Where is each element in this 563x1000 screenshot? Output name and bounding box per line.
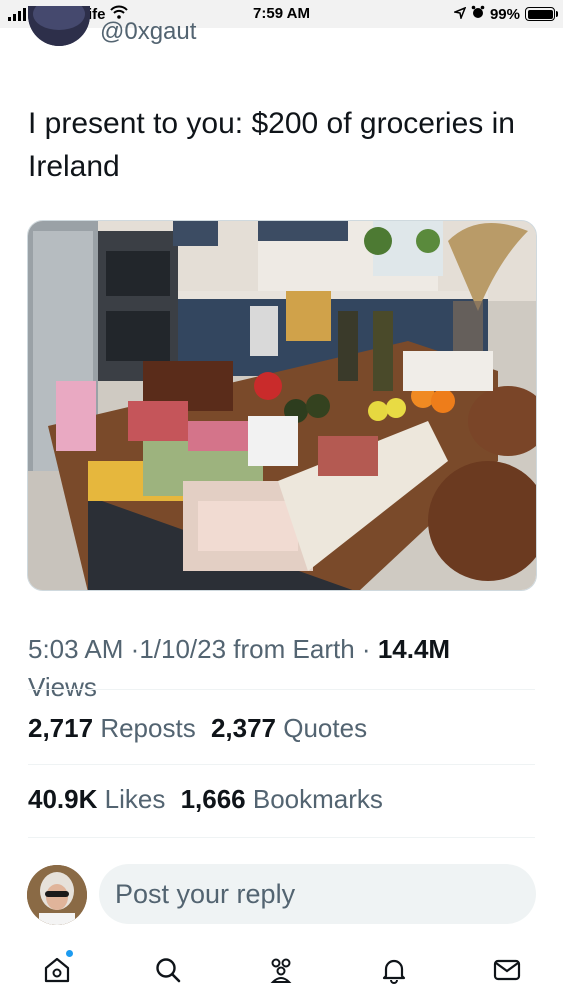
quotes-count: 2,377: [210, 713, 277, 743]
likes-label: Likes: [104, 784, 166, 814]
bookmarks-label: Bookmarks: [252, 784, 383, 814]
reposts-link[interactable]: 2,717 Reposts: [28, 713, 196, 743]
bookmarks-link[interactable]: 1,666 Bookmarks: [181, 784, 383, 814]
quotes-label: Quotes: [283, 713, 368, 743]
nav-home[interactable]: [35, 950, 79, 994]
nav-notifications[interactable]: [372, 950, 416, 994]
reply-placeholder: Post your reply: [115, 879, 296, 909]
author-avatar[interactable]: [28, 6, 90, 46]
bottom-nav: [0, 940, 563, 1000]
divider: [28, 837, 535, 838]
nav-search[interactable]: [146, 950, 190, 994]
communities-icon: [265, 955, 297, 990]
likes-link[interactable]: 40.9K Likes: [28, 784, 165, 814]
tweet-time[interactable]: 5:03 AM: [28, 634, 123, 664]
quotes-link[interactable]: 2,377 Quotes: [211, 713, 367, 743]
reposts-quotes-row: 2,717 Reposts 2,377 Quotes: [28, 713, 367, 744]
notifications-icon: [379, 955, 409, 990]
battery-percent: 99%: [489, 5, 520, 23]
search-icon: [153, 955, 183, 990]
notification-dot: [66, 950, 73, 957]
bookmarks-count: 1,666: [180, 784, 246, 814]
user-avatar[interactable]: [27, 865, 87, 925]
meta-separator: ·: [361, 634, 371, 664]
status-right: 99%: [452, 5, 558, 23]
author-handle[interactable]: @0xgaut: [100, 18, 196, 46]
meta-separator: ·: [130, 634, 140, 664]
tweet-text: I present to you: $200 of groceries in I…: [28, 107, 515, 183]
alarm-icon: [471, 5, 485, 23]
divider: [28, 764, 535, 765]
views-count: 14.4M: [377, 634, 451, 664]
battery-icon: [525, 7, 558, 21]
tweet-source: from Earth: [233, 634, 355, 664]
reposts-count: 2,717: [28, 713, 94, 743]
tweet-meta: 5:03 AM ·1/10/23 from Earth · 14.4M View…: [28, 630, 538, 706]
likes-bookmarks-row: 40.9K Likes 1,666 Bookmarks: [28, 784, 383, 815]
location-icon: [452, 6, 467, 23]
divider: [28, 689, 535, 690]
reposts-label: Reposts: [100, 713, 196, 743]
tweet-photo[interactable]: [27, 220, 537, 591]
nav-communities[interactable]: [259, 950, 303, 994]
tweet-date[interactable]: 1/10/23: [139, 634, 226, 664]
likes-count: 40.9K: [28, 784, 98, 814]
views-label: Views: [28, 672, 97, 702]
nav-messages[interactable]: [485, 950, 529, 994]
messages-icon: [492, 955, 522, 990]
home-icon: [42, 955, 72, 990]
reply-input[interactable]: Post your reply: [99, 864, 536, 924]
